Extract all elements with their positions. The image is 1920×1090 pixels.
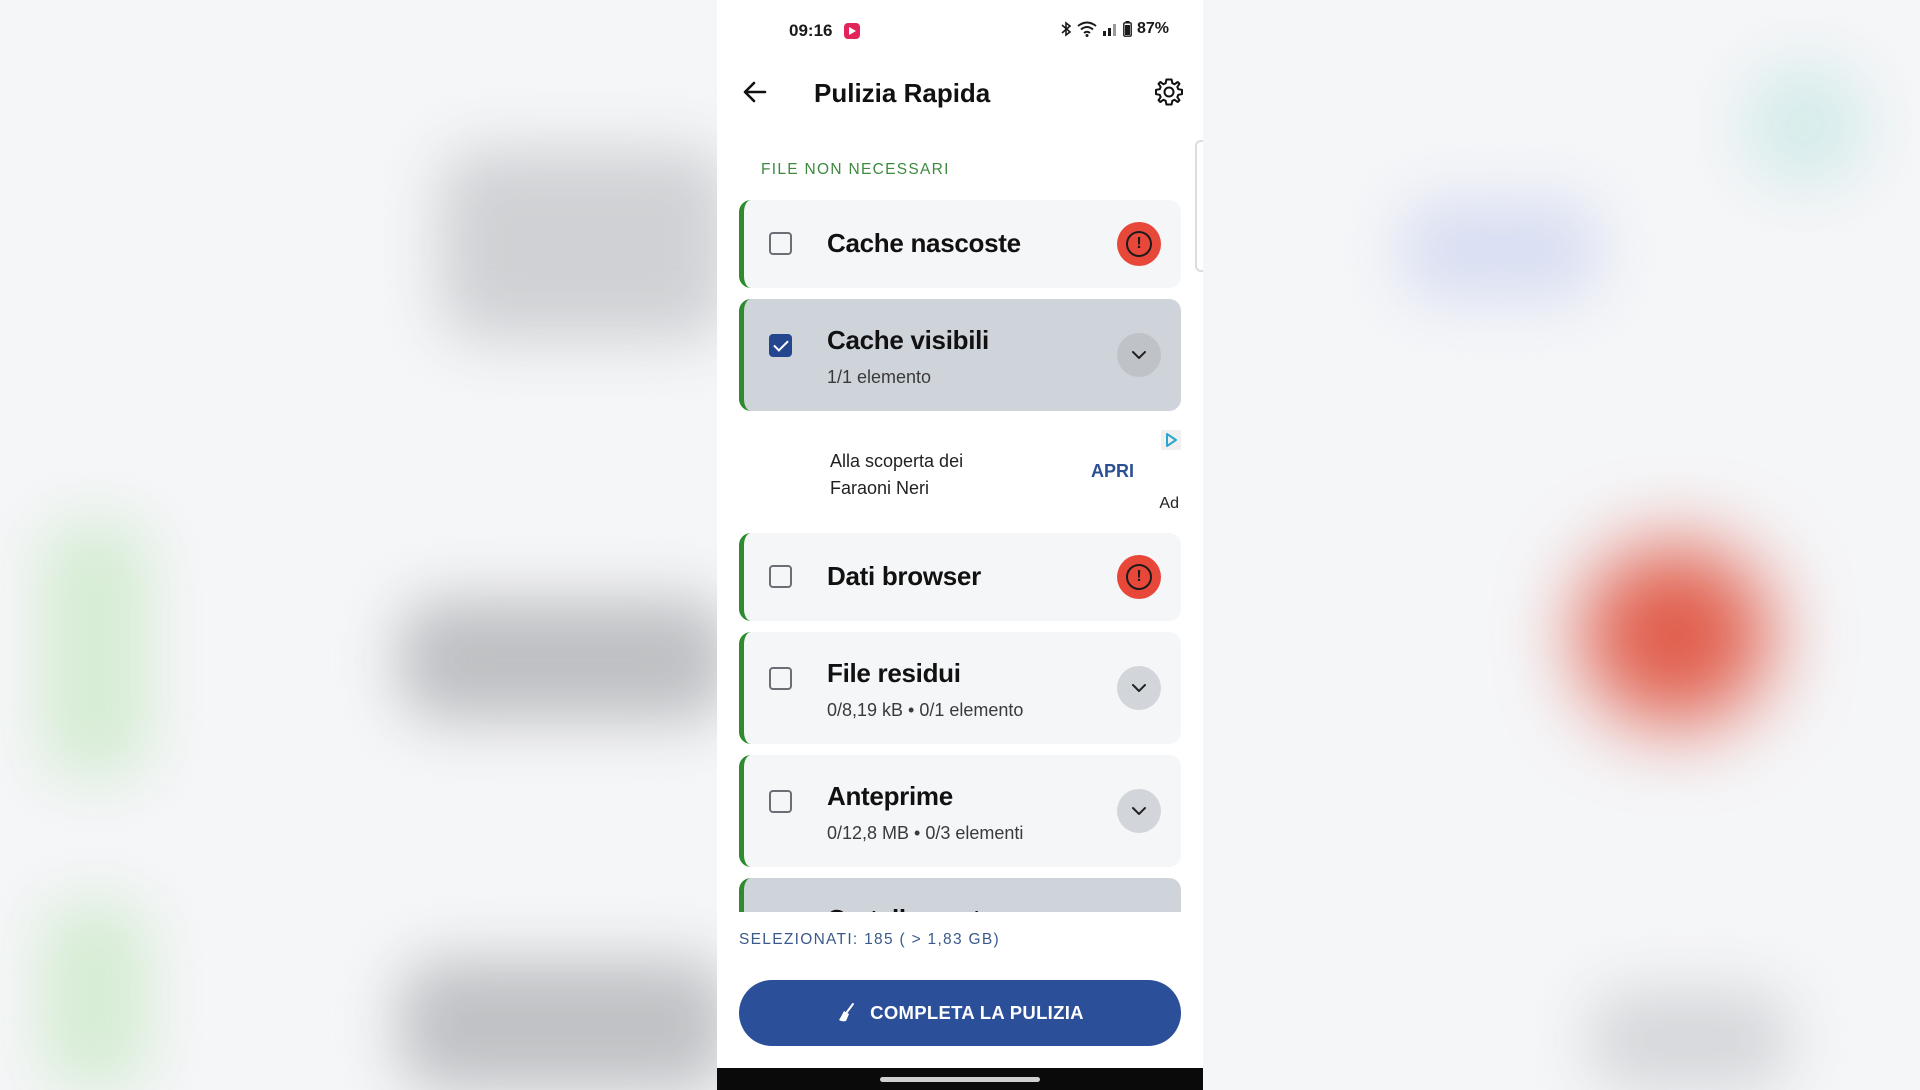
home-indicator[interactable] (880, 1077, 1040, 1082)
section-label: FILE NON NECESSARI (761, 161, 950, 178)
ad-text: Alla scoperta dei Faraoni Neri (830, 448, 963, 502)
status-icons: 87% (1060, 20, 1169, 38)
ad-choices-icon[interactable] (1161, 430, 1181, 450)
expand-button[interactable] (1117, 666, 1161, 710)
wifi-icon (1077, 21, 1097, 37)
chevron-down-icon (1132, 684, 1146, 692)
page-title: Pulizia Rapida (814, 78, 991, 108)
screen-record-icon (844, 23, 860, 39)
list-item-cache-visibili[interactable]: Cache visibili 1/1 elemento (739, 299, 1181, 411)
item-title: File residui (827, 658, 961, 688)
ad-text-line: Faraoni Neri (830, 478, 930, 498)
list-item-cache-nascoste[interactable]: Cache nascoste ! (739, 200, 1181, 288)
item-title: Cartelle vuote (827, 904, 995, 912)
alert-icon[interactable]: ! (1117, 222, 1161, 266)
complete-cleanup-button[interactable]: COMPLETA LA PULIZIA (739, 980, 1181, 1046)
alert-icon[interactable]: ! (1117, 555, 1161, 599)
ad-open-button[interactable]: APRI (1091, 461, 1134, 482)
list-item-dati-browser[interactable]: Dati browser ! (739, 533, 1181, 621)
item-title: Dati browser (827, 561, 981, 591)
selection-summary: SELEZIONATI: 185 ( > 1,83 GB) (739, 931, 1000, 948)
navigation-bar (717, 1068, 1203, 1090)
checkbox-checked[interactable] (769, 334, 792, 357)
item-subtitle: 0/12,8 MB • 0/3 elementi (827, 823, 1024, 843)
list-item-cartelle-vuote[interactable]: Cartelle vuote (739, 878, 1181, 912)
cleanup-list[interactable]: Cache nascoste ! Cache visibili 1/1 elem… (739, 200, 1181, 912)
ad-text-line: Alla scoperta dei (830, 451, 964, 471)
back-button[interactable] (737, 74, 773, 110)
checkbox[interactable] (769, 565, 792, 588)
item-title: Anteprime (827, 781, 953, 811)
checkbox[interactable] (769, 232, 792, 255)
battery-icon (1123, 21, 1132, 37)
expand-button[interactable] (1117, 333, 1161, 377)
list-item-file-residui[interactable]: File residui 0/8,19 kB • 0/1 elemento (739, 632, 1181, 744)
list-item-anteprime[interactable]: Anteprime 0/12,8 MB • 0/3 elementi (739, 755, 1181, 867)
arrow-left-icon (743, 81, 767, 103)
phone-screen: 09:16 87% Pulizia Rapida FILE NON NECESS… (717, 0, 1203, 1090)
app-bar: Pulizia Rapida (717, 62, 1203, 122)
chevron-down-icon (1132, 351, 1146, 359)
gear-icon (1155, 78, 1183, 106)
settings-button[interactable] (1151, 74, 1187, 110)
ad-banner[interactable]: Alla scoperta dei Faraoni Neri APRI Ad (739, 430, 1181, 530)
item-subtitle: 0/8,19 kB • 0/1 elemento (827, 700, 1024, 720)
scrollbar[interactable] (1195, 140, 1203, 272)
status-bar: 09:16 87% (717, 0, 1203, 62)
broom-icon (839, 1003, 855, 1022)
signal-icon (1102, 24, 1116, 36)
expand-button[interactable] (1117, 789, 1161, 833)
cleanup-button-label: COMPLETA LA PULIZIA (870, 1002, 1084, 1023)
item-subtitle: 1/1 elemento (827, 367, 932, 387)
checkbox[interactable] (769, 790, 792, 813)
chevron-down-icon (1132, 807, 1146, 815)
item-title: Cache visibili (827, 325, 989, 355)
ad-label: Ad (1159, 495, 1179, 512)
checkbox[interactable] (769, 667, 792, 690)
status-time: 09:16 (789, 21, 833, 40)
item-title: Cache nascoste (827, 228, 1021, 258)
battery-percentage: 87% (1136, 20, 1169, 37)
bluetooth-icon (1061, 21, 1072, 37)
